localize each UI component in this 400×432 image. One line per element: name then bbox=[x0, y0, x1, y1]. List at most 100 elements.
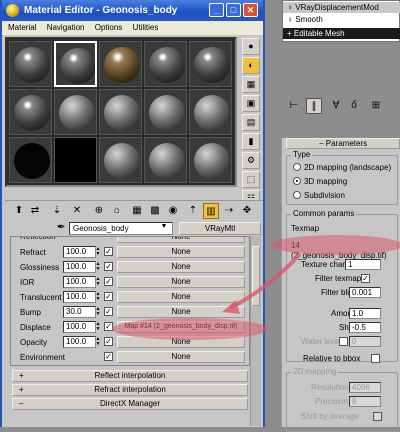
pin-stack-icon[interactable]: ⊢ bbox=[286, 98, 302, 114]
lightbulb-icon[interactable]: ♀ bbox=[287, 15, 293, 24]
menu-material[interactable]: Material bbox=[8, 23, 36, 32]
menu-options[interactable]: Options bbox=[95, 23, 123, 32]
video-color-check-icon[interactable]: ▤ bbox=[242, 114, 260, 131]
sample-slot[interactable] bbox=[189, 137, 232, 183]
menu-utilities[interactable]: Utilities bbox=[133, 23, 159, 32]
put-to-scene-icon[interactable]: ⇄ bbox=[27, 203, 43, 219]
sample-slot[interactable] bbox=[99, 89, 142, 135]
map-button[interactable]: None bbox=[117, 246, 245, 258]
parameters-rollout-header[interactable]: − Parameters bbox=[286, 138, 400, 149]
precision-field[interactable]: 8 bbox=[349, 396, 381, 407]
map-enable-checkbox[interactable]: ✓ bbox=[104, 262, 113, 271]
map-enable-checkbox[interactable]: ✓ bbox=[104, 307, 113, 316]
displace-map-button[interactable]: Map #14 (2_geonosis_body_disp.tif) bbox=[117, 321, 245, 333]
close-button[interactable]: ✕ bbox=[243, 3, 258, 17]
map-amount-field[interactable]: 30.0 bbox=[63, 306, 96, 318]
map-button[interactable]: None bbox=[117, 291, 245, 303]
map-amount-field[interactable]: 100.0 bbox=[63, 291, 96, 303]
sample-slot[interactable] bbox=[54, 137, 97, 183]
spinner-icon[interactable]: ▲ ▼ bbox=[95, 277, 101, 287]
sample-slot[interactable] bbox=[189, 89, 232, 135]
material-type-button[interactable]: VRayMtl bbox=[179, 222, 261, 235]
map-button[interactable]: None bbox=[117, 306, 245, 318]
options-icon[interactable]: ⚙ bbox=[242, 152, 260, 169]
expand-icon[interactable]: + bbox=[287, 29, 292, 38]
assign-to-selection-icon[interactable]: ⇣ bbox=[49, 203, 65, 219]
remove-modifier-icon[interactable]: ő bbox=[346, 98, 362, 114]
reset-map-icon[interactable]: ✕ bbox=[69, 203, 85, 219]
map-amount-field[interactable]: 100.0 bbox=[63, 261, 96, 273]
sample-slot[interactable] bbox=[99, 41, 142, 87]
eyedropper-icon[interactable]: ✒ bbox=[57, 222, 65, 233]
maximize-button[interactable]: □ bbox=[226, 3, 241, 17]
map-button[interactable]: None bbox=[117, 276, 245, 288]
map-enable-checkbox[interactable]: ✓ bbox=[104, 352, 113, 361]
spinner-icon[interactable]: ▲ ▼ bbox=[95, 247, 101, 257]
go-forward-to-sibling-icon[interactable]: ⇢ bbox=[221, 203, 237, 219]
sample-slot[interactable] bbox=[54, 89, 97, 135]
spinner-icon[interactable]: ▲ ▼ bbox=[95, 262, 101, 272]
sample-slot[interactable] bbox=[9, 41, 52, 87]
sample-slot[interactable] bbox=[144, 137, 187, 183]
texmap-button[interactable]: 14 (2_geonosis_body_disp.tif) bbox=[291, 241, 397, 261]
map-enable-checkbox[interactable]: ✓ bbox=[104, 247, 113, 256]
make-preview-icon[interactable]: ▮ bbox=[242, 133, 260, 150]
map-amount-field[interactable]: 100.0 bbox=[63, 321, 96, 333]
rollout-reflect-interpolation[interactable]: + Reflect interpolation bbox=[12, 370, 248, 382]
show-map-highlight-icon[interactable]: ▥ bbox=[203, 203, 219, 219]
lightbulb-icon[interactable]: ♀ bbox=[287, 3, 293, 12]
show-end-result-icon[interactable]: ∥ bbox=[306, 98, 322, 114]
configure-modifier-sets-icon[interactable]: ⊞ bbox=[368, 98, 384, 114]
go-to-parent-icon[interactable]: ⇡ bbox=[185, 203, 201, 219]
water-level-checkbox[interactable] bbox=[339, 337, 348, 346]
scrollbar-thumb[interactable] bbox=[252, 246, 260, 306]
map-button[interactable]: None bbox=[117, 261, 245, 273]
shift-field[interactable]: -0.5 bbox=[349, 322, 381, 333]
radio-subdivision[interactable]: Subdivision bbox=[293, 191, 345, 201]
relative-to-bbox-checkbox[interactable] bbox=[371, 354, 380, 363]
amount-field[interactable]: 1.0 bbox=[349, 308, 381, 319]
water-level-field[interactable]: 0 bbox=[349, 336, 381, 347]
minimize-button[interactable]: _ bbox=[209, 3, 224, 17]
spinner-icon[interactable]: ▲ ▼ bbox=[95, 337, 101, 347]
map-amount-field[interactable]: 100.0 bbox=[63, 336, 96, 348]
backlight-icon[interactable]: ◐ bbox=[242, 57, 260, 74]
panel-scrollbar[interactable] bbox=[250, 236, 261, 426]
map-amount-field[interactable]: 100.0 bbox=[63, 276, 96, 288]
get-material-icon[interactable]: ⬆ bbox=[11, 203, 27, 219]
map-button[interactable]: None bbox=[117, 351, 245, 363]
radio-3d-mapping[interactable]: 3D mapping bbox=[293, 177, 347, 187]
sample-slot[interactable] bbox=[99, 137, 142, 183]
map-button[interactable]: None bbox=[117, 336, 245, 348]
map-enable-checkbox[interactable]: ✓ bbox=[104, 277, 113, 286]
sample-slot[interactable] bbox=[189, 41, 232, 87]
resolution-field[interactable]: 4096 bbox=[349, 382, 381, 393]
map-amount-field[interactable]: 100.0 bbox=[63, 246, 96, 258]
spinner-icon[interactable]: ▲ ▼ bbox=[95, 292, 101, 302]
sample-uv-tiling-icon[interactable]: ▣ bbox=[242, 95, 260, 112]
sample-slot-selected[interactable] bbox=[54, 41, 97, 87]
pick-material-icon[interactable]: ✥ bbox=[239, 203, 255, 219]
chevron-down-icon[interactable]: ▼ bbox=[157, 223, 171, 234]
sample-slot[interactable] bbox=[9, 89, 52, 135]
texture-chan-field[interactable]: 1 bbox=[345, 259, 381, 270]
map-enable-checkbox[interactable]: ✓ bbox=[104, 292, 113, 301]
rollout-refract-interpolation[interactable]: + Refract interpolation bbox=[12, 384, 248, 396]
make-unique-icon[interactable]: ∀ bbox=[328, 98, 344, 114]
make-unique-icon[interactable]: ⊕ bbox=[91, 203, 107, 219]
sample-slot[interactable] bbox=[144, 89, 187, 135]
modifier-item[interactable]: ♀ VRayDisplacementMod bbox=[283, 2, 400, 13]
sample-type-icon[interactable]: ● bbox=[242, 38, 260, 55]
sample-slot[interactable] bbox=[9, 137, 52, 183]
show-map-in-viewport-icon[interactable]: ▩ bbox=[147, 203, 163, 219]
radio-2d-mapping[interactable]: 2D mapping (landscape) bbox=[293, 163, 391, 173]
shift-by-average-checkbox[interactable] bbox=[373, 412, 382, 421]
map-enable-checkbox[interactable]: ✓ bbox=[104, 337, 113, 346]
map-button-cropped[interactable]: None bbox=[117, 237, 245, 243]
rollout-directx-manager[interactable]: − DirectX Manager bbox=[12, 398, 248, 410]
filter-blur-field[interactable]: 0.001 bbox=[349, 287, 381, 298]
modifier-item[interactable]: + Editable Mesh bbox=[283, 28, 400, 39]
select-by-material-icon[interactable]: ⬚ bbox=[242, 171, 260, 188]
spinner-icon[interactable]: ▲ ▼ bbox=[95, 322, 101, 332]
background-checker-icon[interactable]: ▦ bbox=[242, 76, 260, 93]
